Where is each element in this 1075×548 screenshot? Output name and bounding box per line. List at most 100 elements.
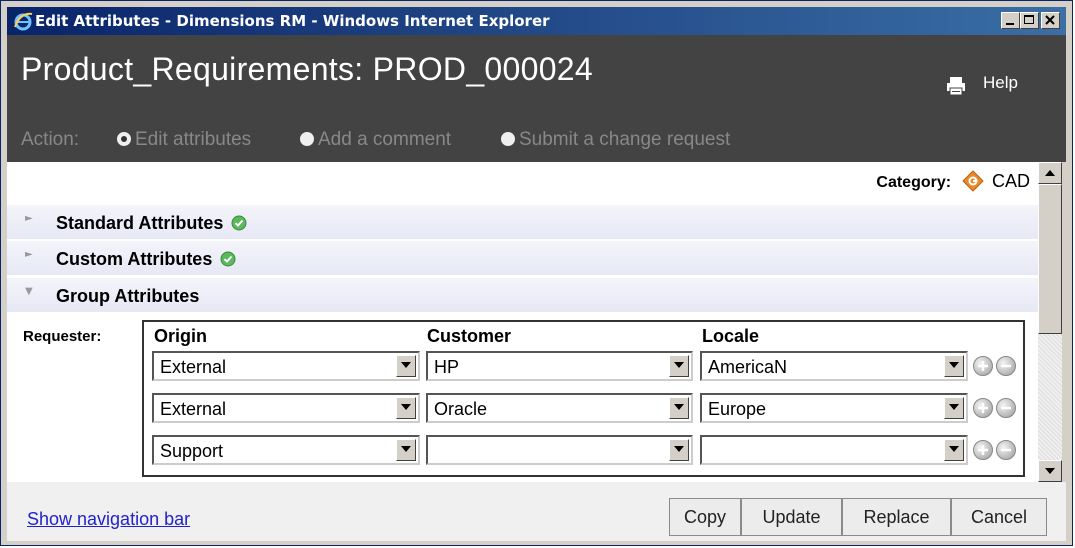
- minimize-button[interactable]: [1001, 12, 1020, 29]
- scrollbar-thumb[interactable]: [1038, 184, 1062, 334]
- section-group-attributes[interactable]: ▼ Group Attributes: [7, 278, 1038, 312]
- radio-selected-icon: [117, 132, 131, 146]
- customer-select[interactable]: HP: [426, 351, 693, 381]
- print-icon[interactable]: [945, 75, 967, 97]
- chevron-up-icon: [1045, 170, 1055, 176]
- page-title: Product_Requirements: PROD_000024: [21, 51, 593, 87]
- copy-button[interactable]: Copy: [669, 498, 741, 536]
- plus-icon: [978, 403, 988, 413]
- origin-select[interactable]: Support: [152, 435, 420, 465]
- chevron-down-icon: [674, 446, 684, 452]
- radio-label: Edit attributes: [135, 129, 252, 150]
- chevron-down-icon: [949, 362, 959, 368]
- dropdown-button[interactable]: [396, 439, 416, 461]
- dropdown-button[interactable]: [944, 355, 964, 377]
- remove-row-button[interactable]: [996, 356, 1016, 376]
- maximize-button[interactable]: [1020, 12, 1039, 29]
- remove-row-button[interactable]: [996, 440, 1016, 460]
- chevron-down-icon: [401, 446, 411, 452]
- locale-select[interactable]: AmericaN: [700, 351, 968, 381]
- action-label: Action:: [21, 129, 80, 150]
- select-value: External: [160, 399, 227, 419]
- minus-icon: [1001, 406, 1011, 410]
- section-title: Standard Attributes: [56, 213, 224, 233]
- section-title: Custom Attributes: [56, 249, 213, 269]
- select-value: HP: [434, 357, 460, 377]
- chevron-down-icon: [674, 404, 684, 410]
- minus-icon: [1001, 364, 1011, 368]
- minimize-icon: [1006, 23, 1014, 25]
- chevron-down-icon: [949, 446, 959, 452]
- category-label: Category:: [876, 174, 952, 191]
- category-value: CAD: [991, 171, 1030, 191]
- help-link[interactable]: Help: [983, 73, 1018, 93]
- section-standard-attributes[interactable]: ► Standard Attributes: [7, 205, 1038, 239]
- select-value: External: [160, 357, 227, 377]
- replace-button[interactable]: Replace: [842, 498, 951, 536]
- chevron-down-icon: [401, 362, 411, 368]
- locale-select[interactable]: [700, 435, 968, 465]
- chevron-down-icon: [674, 362, 684, 368]
- footer-bar: Show navigation bar Copy Update Replace …: [7, 482, 1066, 541]
- cancel-button[interactable]: Cancel: [951, 498, 1047, 536]
- page-header: Product_Requirements: PROD_000024 Help: [7, 35, 1066, 118]
- add-row-button[interactable]: [973, 356, 993, 376]
- dropdown-button[interactable]: [669, 439, 689, 461]
- radio-submit-change-request[interactable]: Submit a change request: [501, 129, 730, 151]
- chevron-down-icon: [949, 404, 959, 410]
- radio-edit-attributes[interactable]: Edit attributes: [117, 129, 251, 151]
- radio-label: Add a comment: [318, 129, 452, 150]
- customer-select[interactable]: [426, 435, 693, 465]
- customer-select[interactable]: Oracle: [426, 393, 693, 423]
- window-title: Edit Attributes - Dimensions RM - Window…: [35, 12, 550, 30]
- attributes-panel: Category: CAD ► Standard Attributes ► Cu…: [7, 162, 1038, 482]
- scroll-up-button[interactable]: [1038, 162, 1062, 184]
- dropdown-button[interactable]: [944, 397, 964, 419]
- update-button[interactable]: Update: [741, 498, 842, 536]
- close-button[interactable]: [1041, 12, 1060, 29]
- add-row-button[interactable]: [973, 398, 993, 418]
- remove-row-button[interactable]: [996, 398, 1016, 418]
- chevron-down-icon: [401, 404, 411, 410]
- check-circle-icon: [220, 251, 236, 267]
- select-value: Oracle: [434, 399, 488, 419]
- locale-select[interactable]: Europe: [700, 393, 968, 423]
- minus-icon: [1001, 448, 1011, 452]
- dropdown-button[interactable]: [396, 397, 416, 419]
- dropdown-button[interactable]: [396, 355, 416, 377]
- chevron-down-icon: [1045, 468, 1055, 474]
- show-navigation-bar-link[interactable]: Show navigation bar: [27, 509, 190, 530]
- section-custom-attributes[interactable]: ► Custom Attributes: [7, 241, 1038, 275]
- cad-diamond-icon: [961, 170, 984, 192]
- internet-explorer-icon: [14, 12, 33, 31]
- column-header-locale: Locale: [702, 326, 760, 346]
- radio-add-comment[interactable]: Add a comment: [300, 129, 451, 151]
- dropdown-button[interactable]: [669, 397, 689, 419]
- radio-unselected-icon: [300, 132, 314, 146]
- expanded-arrow-icon[interactable]: ▼: [25, 286, 33, 297]
- vertical-scrollbar[interactable]: [1038, 162, 1062, 482]
- plus-icon: [978, 361, 988, 371]
- maximize-icon: [1024, 15, 1034, 24]
- dropdown-button[interactable]: [944, 439, 964, 461]
- origin-select[interactable]: External: [152, 393, 420, 423]
- dropdown-button[interactable]: [669, 355, 689, 377]
- select-value: AmericaN: [708, 357, 788, 377]
- radio-unselected-icon: [501, 132, 515, 146]
- title-bar: Edit Attributes - Dimensions RM - Window…: [7, 7, 1066, 35]
- close-icon: [1045, 15, 1055, 25]
- origin-select[interactable]: External: [152, 351, 420, 381]
- section-title: Group Attributes: [56, 286, 200, 306]
- action-bar: Action: Edit attributes Add a comment Su…: [7, 118, 1066, 162]
- group-attributes-grid: Origin Customer Locale External HP Ameri…: [142, 320, 1025, 477]
- radio-label: Submit a change request: [519, 129, 731, 150]
- select-value: Europe: [708, 399, 767, 419]
- add-row-button[interactable]: [973, 440, 993, 460]
- requester-label: Requester:: [23, 328, 102, 345]
- collapsed-arrow-icon[interactable]: ►: [25, 213, 33, 224]
- check-circle-icon: [231, 215, 247, 231]
- plus-icon: [978, 445, 988, 455]
- category-indicator: Category: CAD: [876, 170, 1030, 192]
- collapsed-arrow-icon[interactable]: ►: [25, 249, 33, 260]
- scroll-down-button[interactable]: [1038, 460, 1062, 482]
